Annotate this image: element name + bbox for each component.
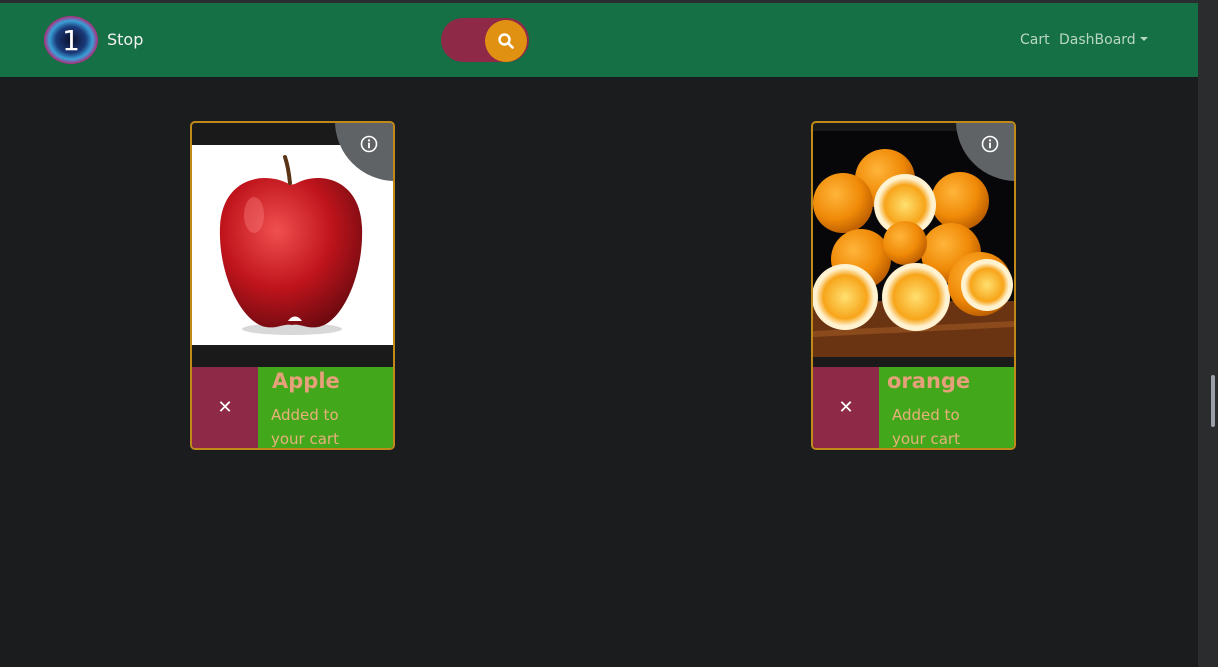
info-icon — [981, 135, 999, 153]
product-card-orange: ✕ orange Added to your cart — [811, 121, 1016, 450]
product-name: Apple — [272, 369, 340, 393]
nav-cart-link[interactable]: Cart — [1020, 32, 1050, 48]
dismiss-button[interactable]: ✕ — [813, 367, 879, 448]
info-icon — [360, 135, 378, 153]
notice-body: Apple Added to your cart — [258, 367, 393, 448]
nav-dashboard-label: DashBoard — [1059, 32, 1136, 48]
dismiss-button[interactable]: ✕ — [192, 367, 258, 448]
caret-down-icon — [1139, 37, 1148, 41]
navbar: 1 Stop Cart DashBoard — [0, 3, 1198, 77]
svg-text:1: 1 — [62, 24, 80, 57]
search-button[interactable] — [485, 20, 527, 62]
scrollbar-thumb[interactable] — [1211, 375, 1215, 427]
product-card-apple: ✕ Apple Added to your cart — [190, 121, 395, 450]
nav-dashboard-dropdown[interactable]: DashBoard — [1059, 32, 1148, 48]
brand-name[interactable]: Stop — [107, 30, 143, 49]
brand-logo[interactable]: 1 — [44, 15, 98, 65]
added-message: Added to your cart — [271, 406, 339, 448]
cart-notice: ✕ Apple Added to your cart — [192, 367, 393, 448]
search-icon — [498, 33, 514, 49]
product-name: orange — [887, 369, 971, 393]
vertical-scrollbar[interactable] — [1198, 0, 1218, 667]
cart-notice: ✕ orange Added to your cart — [813, 367, 1014, 448]
apple-image — [192, 145, 393, 345]
notice-body: orange Added to your cart — [879, 367, 1014, 448]
added-message: Added to your cart — [892, 406, 960, 448]
